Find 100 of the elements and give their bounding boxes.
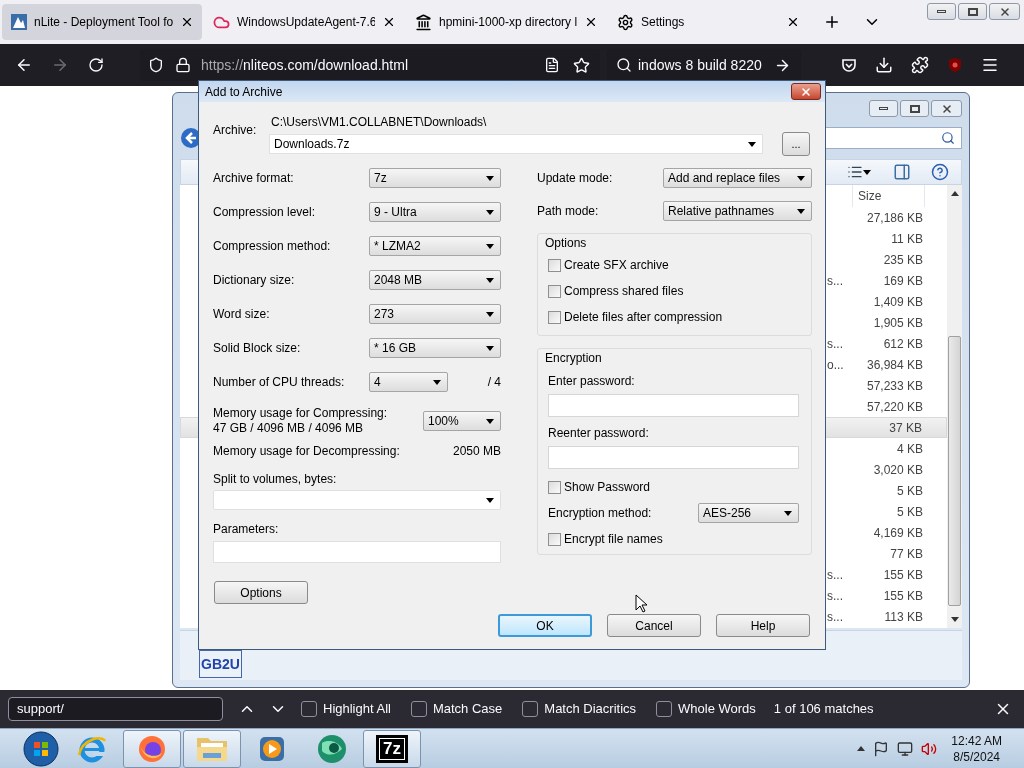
- close-icon[interactable]: [584, 15, 598, 29]
- tab-title: WindowsUpdateAgent-7.6: [237, 14, 375, 31]
- dialog-button[interactable]: Help: [716, 614, 810, 637]
- dropdown[interactable]: 273: [369, 304, 501, 324]
- minimize-button[interactable]: [869, 100, 898, 117]
- preview-pane-icon[interactable]: [893, 163, 911, 181]
- maximize-button[interactable]: [900, 100, 929, 117]
- checkbox-label: Match Diacritics: [544, 700, 637, 719]
- minimize-button[interactable]: [927, 3, 956, 20]
- parameters-field[interactable]: [213, 541, 501, 563]
- download-icon[interactable]: [875, 56, 893, 74]
- checkbox[interactable]: [522, 701, 539, 717]
- group-title: Encryption: [545, 350, 603, 366]
- extensions-icon[interactable]: [911, 56, 929, 74]
- reader-view-icon[interactable]: [544, 57, 560, 73]
- field-label: Parameters:: [213, 521, 280, 536]
- close-button[interactable]: [989, 3, 1020, 20]
- address-field[interactable]: https://nliteos.com/download.html: [140, 49, 600, 81]
- dropdown[interactable]: * 16 GB: [369, 338, 501, 358]
- caret-icon: [797, 175, 805, 181]
- caret-icon: [486, 345, 494, 351]
- close-icon: [940, 102, 953, 115]
- checkbox[interactable]: [548, 284, 561, 298]
- dropdown[interactable]: 2048 MB: [369, 270, 501, 290]
- column-header[interactable]: Size: [852, 185, 925, 207]
- field-label: Split to volumes, bytes:: [213, 471, 338, 486]
- dropdown[interactable]: Relative pathnames: [663, 201, 812, 221]
- checkbox[interactable]: [656, 701, 673, 717]
- new-tab-icon[interactable]: [823, 13, 841, 31]
- size-cell-text: 155 KB: [882, 587, 923, 605]
- checkbox-label: Create SFX archive: [564, 257, 669, 274]
- show-hidden-icons-icon[interactable]: [857, 746, 866, 751]
- back-icon[interactable]: [15, 56, 33, 74]
- start-orb-icon[interactable]: [22, 729, 60, 768]
- checkbox-label: Delete files after compression: [564, 309, 723, 326]
- scroll-down-icon[interactable]: [950, 617, 959, 622]
- password-field[interactable]: [548, 394, 799, 417]
- dropdown[interactable]: 4: [369, 372, 448, 392]
- taskbar-button[interactable]: [123, 729, 181, 768]
- clock[interactable]: 12:42 AM 8/5/2024: [951, 732, 1002, 765]
- field-label: Memory usage for Compressing:: [213, 406, 388, 421]
- taskbar-button[interactable]: 7z: [363, 729, 421, 768]
- field-label: Reenter password:: [548, 425, 650, 441]
- checkbox-label: Match Case: [432, 700, 503, 719]
- close-button[interactable]: [931, 100, 962, 117]
- shield-extension-icon[interactable]: [947, 57, 963, 73]
- maximize-button[interactable]: [958, 3, 987, 20]
- forward-icon[interactable]: [51, 56, 69, 74]
- browser-tab[interactable]: hpmini-1000-xp directory l: [406, 4, 606, 40]
- flag-icon[interactable]: [873, 740, 890, 757]
- volume-muted-icon[interactable]: [921, 740, 938, 757]
- browser-tab[interactable]: nLite - Deployment Tool fo: [2, 4, 202, 40]
- help-icon[interactable]: [931, 163, 949, 181]
- browser-tab[interactable]: Settings: [608, 4, 808, 40]
- checkbox-label: Encrypt file names: [564, 531, 663, 548]
- browse-button[interactable]: ...: [782, 132, 810, 156]
- network-icon[interactable]: [897, 740, 914, 757]
- close-icon[interactable]: [382, 15, 396, 29]
- field-label: Dictionary size:: [213, 272, 296, 289]
- search-field[interactable]: indows 8 build 8220: [607, 49, 801, 81]
- file-type-cell-text: s...: [827, 272, 844, 290]
- taskbar-button[interactable]: [183, 729, 241, 768]
- reload-icon[interactable]: [88, 57, 104, 73]
- menu-icon[interactable]: [981, 56, 999, 74]
- close-icon[interactable]: [180, 15, 194, 29]
- dropdown[interactable]: Add and replace files: [663, 168, 812, 188]
- checkbox[interactable]: [548, 310, 561, 324]
- checkbox[interactable]: [548, 258, 561, 272]
- bookmark-star-icon[interactable]: [573, 56, 590, 74]
- password-field[interactable]: [548, 446, 799, 469]
- checkbox-label: Highlight All: [323, 700, 391, 719]
- dropdown[interactable]: 9 - Ultra: [369, 202, 501, 222]
- size-cell-text: 37 KB: [888, 419, 922, 437]
- field-label: Compression level:: [213, 204, 317, 221]
- dialog-button[interactable]: OK: [498, 614, 592, 637]
- caret-icon: [748, 141, 756, 147]
- caret-icon: [486, 497, 494, 503]
- dropdown[interactable]: 100%: [423, 411, 501, 431]
- find-field[interactable]: support/: [8, 697, 223, 721]
- browser-tab[interactable]: WindowsUpdateAgent-7.6: [204, 4, 404, 40]
- checkbox[interactable]: [410, 701, 427, 717]
- archive-name-field[interactable]: Downloads.7z: [269, 134, 763, 154]
- dialog-button[interactable]: Cancel: [607, 614, 701, 637]
- field-label: Word size:: [213, 306, 271, 323]
- checkbox-label: Compress shared files: [564, 283, 684, 300]
- view-options-icon[interactable]: [847, 164, 863, 180]
- checkbox[interactable]: [301, 701, 317, 717]
- close-icon[interactable]: [786, 15, 800, 29]
- dropdown[interactable]: 7z: [369, 168, 501, 188]
- options-button[interactable]: Options: [214, 581, 308, 604]
- checkbox[interactable]: [548, 532, 561, 546]
- scroll-up-icon[interactable]: [950, 191, 959, 196]
- file-thumbnail: GB2U: [199, 650, 242, 678]
- pocket-icon[interactable]: [841, 57, 857, 73]
- dropdown[interactable]: AES-256: [698, 503, 799, 523]
- checkbox[interactable]: [548, 480, 561, 494]
- scrollbar[interactable]: [947, 185, 962, 628]
- field-label: Encryption method:: [548, 505, 653, 522]
- close-button[interactable]: [791, 83, 821, 100]
- dropdown[interactable]: * LZMA2: [369, 236, 501, 256]
